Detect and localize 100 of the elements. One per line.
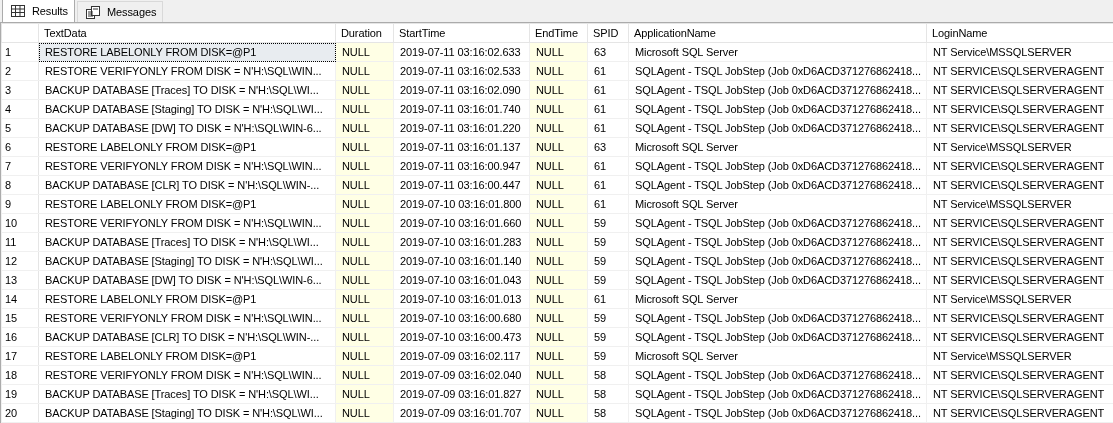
table-cell: RESTORE VERIFYONLY FROM DISK = N'H:\SQL\WIN... — [38, 365, 336, 385]
table-cell: 2019-07-10 03:16:01.283 — [393, 232, 530, 252]
table-cell: 61 — [587, 80, 629, 100]
table-cell: 2019-07-11 03:16:02.633 — [393, 42, 530, 62]
row-number[interactable]: 10 — [1, 213, 39, 233]
table-cell: Microsoft SQL Server — [628, 137, 927, 157]
row-number[interactable]: 4 — [1, 99, 39, 119]
table-cell: BACKUP DATABASE [Traces] TO DISK = N'H:\SQL\WI... — [38, 80, 336, 100]
table-cell: SQLAgent - TSQL JobStep (Job 0xD6ACD371276862418... — [628, 251, 927, 271]
table-cell: BACKUP DATABASE [Staging] TO DISK = N'H:\SQL\WI... — [38, 403, 336, 423]
row-number[interactable]: 18 — [1, 365, 39, 385]
table-cell: BACKUP DATABASE [DW] TO DISK = N'H:\SQL\WIN-6... — [38, 270, 336, 290]
table-cell: 59 — [587, 308, 629, 328]
table-cell: RESTORE LABELONLY FROM DISK=@P1 — [38, 346, 336, 366]
table-cell: Microsoft SQL Server — [628, 289, 927, 309]
table-cell: SQLAgent - TSQL JobStep (Job 0xD6ACD371276862418... — [628, 213, 927, 233]
row-number[interactable]: 12 — [1, 251, 39, 271]
table-cell: 2019-07-09 03:16:02.117 — [393, 346, 530, 366]
table-cell: BACKUP DATABASE [Staging] TO DISK = N'H:\SQL\WI... — [38, 99, 336, 119]
table-cell: 61 — [587, 156, 629, 176]
table-cell: 59 — [587, 251, 629, 271]
table-cell: 2019-07-11 03:16:01.740 — [393, 99, 530, 119]
row-number[interactable]: 3 — [1, 80, 39, 100]
table-cell: RESTORE LABELONLY FROM DISK=@P1 — [38, 194, 336, 214]
row-number[interactable]: 19 — [1, 384, 39, 404]
table-cell: 59 — [587, 346, 629, 366]
table-cell: Microsoft SQL Server — [628, 346, 927, 366]
table-cell: 2019-07-10 03:16:01.660 — [393, 213, 530, 233]
table-cell: RESTORE VERIFYONLY FROM DISK = N'H:\SQL\WIN... — [38, 308, 336, 328]
results-tab[interactable]: Results — [2, 0, 75, 22]
table-cell: BACKUP DATABASE [Staging] TO DISK = N'H:\SQL\WI... — [38, 251, 336, 271]
column-header[interactable]: EndTime — [529, 23, 588, 43]
row-number[interactable]: 7 — [1, 156, 39, 176]
results-tab[interactable]: Messages — [77, 1, 164, 22]
row-number[interactable]: 13 — [1, 270, 39, 290]
table-cell: 61 — [587, 175, 629, 195]
table-cell: 2019-07-10 03:16:00.680 — [393, 308, 530, 328]
row-number[interactable]: 20 — [1, 403, 39, 423]
table-cell: 2019-07-10 03:16:01.800 — [393, 194, 530, 214]
table-cell: 2019-07-09 03:16:02.040 — [393, 365, 530, 385]
table-cell: SQLAgent - TSQL JobStep (Job 0xD6ACD371276862418... — [628, 270, 927, 290]
table-cell: RESTORE VERIFYONLY FROM DISK = N'H:\SQL\WIN... — [38, 61, 336, 81]
column-header[interactable]: StartTime — [393, 23, 530, 43]
table-cell: 59 — [587, 270, 629, 290]
table-cell: 61 — [587, 61, 629, 81]
table-cell: 63 — [587, 137, 629, 157]
table-cell: 63 — [587, 42, 629, 62]
table-cell: 2019-07-11 03:16:00.947 — [393, 156, 530, 176]
table-cell: SQLAgent - TSQL JobStep (Job 0xD6ACD371276862418... — [628, 308, 927, 328]
table-cell: 2019-07-11 03:16:02.533 — [393, 61, 530, 81]
row-number[interactable]: 1 — [1, 42, 39, 62]
table-cell: SQLAgent - TSQL JobStep (Job 0xD6ACD371276862418... — [628, 175, 927, 195]
table-cell: 2019-07-09 03:16:01.827 — [393, 384, 530, 404]
table-cell: BACKUP DATABASE [Traces] TO DISK = N'H:\SQL\WI... — [38, 384, 336, 404]
column-header[interactable]: SPID — [587, 23, 629, 43]
table-cell: BACKUP DATABASE [Traces] TO DISK = N'H:\SQL\WI... — [38, 232, 336, 252]
document-icon — [86, 5, 100, 19]
table-cell: 61 — [587, 118, 629, 138]
table-cell: 58 — [587, 365, 629, 385]
column-header[interactable]: TextData — [38, 23, 336, 43]
table-cell: RESTORE LABELONLY FROM DISK=@P1 — [38, 137, 336, 157]
table-cell: Microsoft SQL Server — [628, 42, 927, 62]
row-number[interactable]: 14 — [1, 289, 39, 309]
table-cell: RESTORE LABELONLY FROM DISK=@P1 — [38, 289, 336, 309]
table-cell: SQLAgent - TSQL JobStep (Job 0xD6ACD371276862418... — [628, 232, 927, 252]
row-number[interactable]: 11 — [1, 232, 39, 252]
row-number[interactable]: 2 — [1, 61, 39, 81]
table-cell: RESTORE VERIFYONLY FROM DISK = N'H:\SQL\WIN... — [38, 156, 336, 176]
table-cell: 59 — [587, 213, 629, 233]
table-cell: RESTORE VERIFYONLY FROM DISK = N'H:\SQL\WIN... — [38, 213, 336, 233]
grid-icon — [11, 5, 25, 17]
row-number[interactable]: 6 — [1, 137, 39, 157]
table-cell: BACKUP DATABASE [CLR] TO DISK = N'H:\SQL\WIN-... — [38, 175, 336, 195]
table-cell: 59 — [587, 232, 629, 252]
table-cell: SQLAgent - TSQL JobStep (Job 0xD6ACD371276862418... — [628, 365, 927, 385]
row-number[interactable]: 5 — [1, 118, 39, 138]
table-cell: 61 — [587, 194, 629, 214]
table-cell: SQLAgent - TSQL JobStep (Job 0xD6ACD371276862418... — [628, 384, 927, 404]
table-cell: 2019-07-09 03:16:01.707 — [393, 403, 530, 423]
table-cell: SQLAgent - TSQL JobStep (Job 0xD6ACD371276862418... — [628, 99, 927, 119]
table-cell: SQLAgent - TSQL JobStep (Job 0xD6ACD371276862418... — [628, 80, 927, 100]
table-cell: SQLAgent - TSQL JobStep (Job 0xD6ACD371276862418... — [628, 61, 927, 81]
row-number[interactable]: 17 — [1, 346, 39, 366]
table-cell: Microsoft SQL Server — [628, 194, 927, 214]
table-cell: 2019-07-11 03:16:00.447 — [393, 175, 530, 195]
table-cell: 61 — [587, 99, 629, 119]
row-number[interactable]: 16 — [1, 327, 39, 347]
table-cell: SQLAgent - TSQL JobStep (Job 0xD6ACD371276862418... — [628, 156, 927, 176]
table-cell: 58 — [587, 403, 629, 423]
column-header[interactable]: LoginName — [926, 23, 1113, 43]
row-number[interactable]: 9 — [1, 194, 39, 214]
table-cell: 58 — [587, 384, 629, 404]
table-cell: SQLAgent - TSQL JobStep (Job 0xD6ACD371276862418... — [628, 118, 927, 138]
table-cell: 2019-07-10 03:16:01.140 — [393, 251, 530, 271]
table-cell: 2019-07-11 03:16:01.137 — [393, 137, 530, 157]
table-cell: 2019-07-11 03:16:02.090 — [393, 80, 530, 100]
row-number[interactable]: 15 — [1, 308, 39, 328]
column-header[interactable]: ApplicationName — [628, 23, 927, 43]
row-number[interactable]: 8 — [1, 175, 39, 195]
column-header[interactable]: Duration — [335, 23, 394, 43]
